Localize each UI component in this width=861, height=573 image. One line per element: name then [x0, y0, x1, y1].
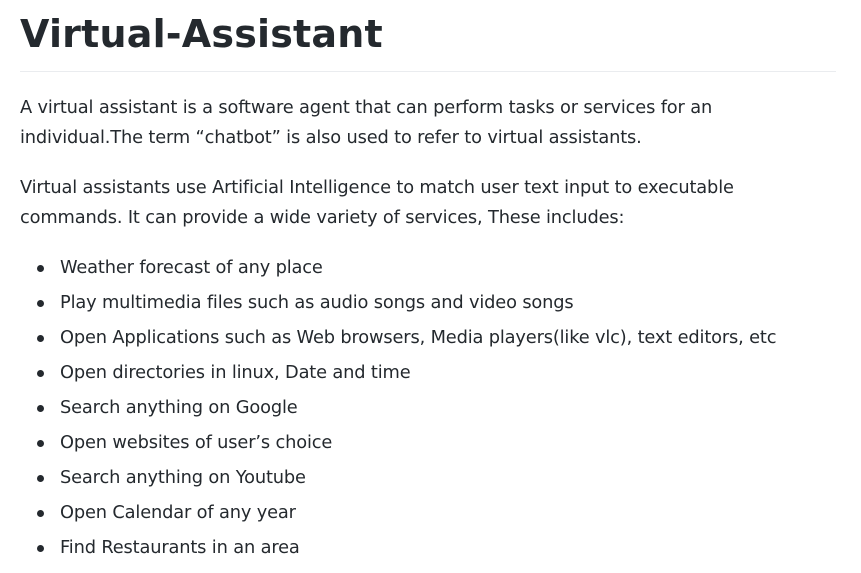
- bullet-icon: [37, 475, 44, 482]
- bullet-icon: [37, 370, 44, 377]
- list-item: Weather forecast of any place: [20, 253, 776, 288]
- intro-paragraph: A virtual assistant is a software agent …: [20, 97, 713, 148]
- list-item: Open directories in linux, Date and time: [20, 358, 776, 393]
- readme-page: Virtual-Assistant A virtual assistant is…: [0, 0, 861, 573]
- feature-list: Weather forecast of any place Play multi…: [20, 253, 777, 568]
- bullet-icon: [37, 510, 44, 517]
- list-item-text: Open websites of user’s choice: [60, 432, 333, 453]
- list-item: Search anything on Youtube: [20, 463, 776, 498]
- bullet-icon: [37, 405, 44, 412]
- list-item: Search anything on Google: [20, 393, 776, 428]
- list-item-text: Open Applications such as Web browsers, …: [60, 327, 777, 348]
- list-item-text: Open directories in linux, Date and time: [60, 362, 411, 383]
- list-item: Find Restaurants in an area: [20, 533, 776, 568]
- bullet-icon: [37, 545, 44, 552]
- list-item-text: Search anything on Youtube: [60, 467, 306, 488]
- list-item-text: Play multimedia files such as audio song…: [60, 292, 574, 313]
- list-item: Open Calendar of any year: [20, 498, 776, 533]
- services-paragraph: Virtual assistants use Artificial Intell…: [20, 177, 734, 228]
- bullet-icon: [37, 440, 44, 447]
- list-item-text: Search anything on Google: [60, 397, 298, 418]
- bullet-icon: [37, 300, 44, 307]
- page-title: Virtual-Assistant: [20, 12, 383, 56]
- title-divider: [20, 71, 836, 72]
- list-item-text: Find Restaurants in an area: [60, 537, 300, 558]
- bullet-icon: [37, 335, 44, 342]
- list-item: Open websites of user’s choice: [20, 428, 776, 463]
- list-item: Play multimedia files such as audio song…: [20, 288, 776, 323]
- list-item-text: Weather forecast of any place: [60, 257, 323, 278]
- list-item-text: Open Calendar of any year: [60, 502, 296, 523]
- bullet-icon: [37, 265, 44, 272]
- list-item: Open Applications such as Web browsers, …: [20, 323, 777, 358]
